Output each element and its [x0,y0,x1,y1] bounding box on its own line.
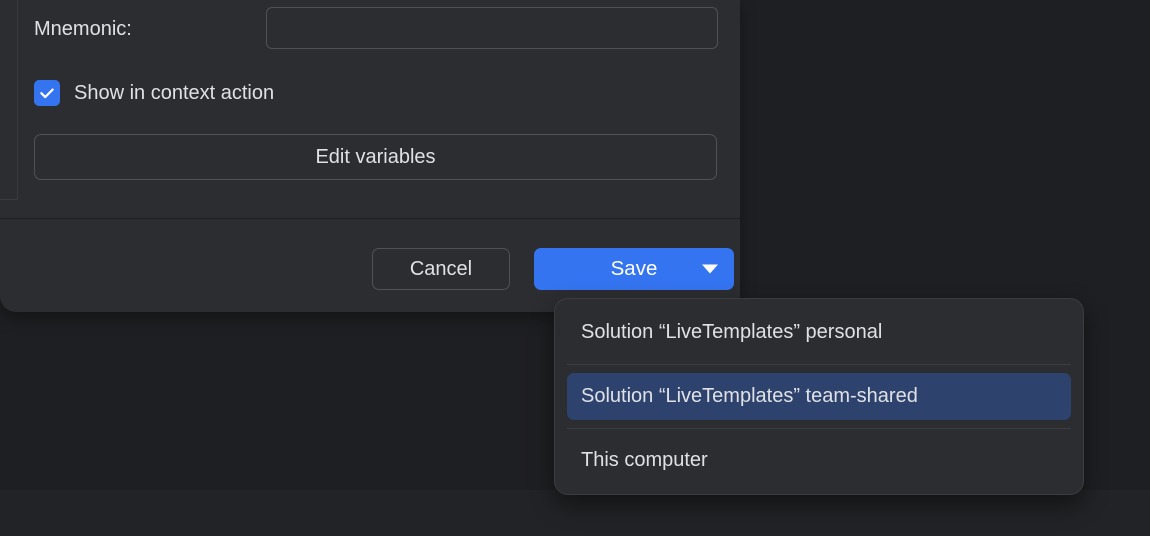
edit-variables-button[interactable]: Edit variables [34,134,717,180]
save-button[interactable]: Save [534,248,734,290]
save-menu-item-team-shared[interactable]: Solution “LiveTemplates” team-shared [567,373,1071,420]
save-dropdown-menu: Solution “LiveTemplates” personal Soluti… [554,298,1084,495]
chevron-down-icon [702,265,718,274]
cancel-button[interactable]: Cancel [372,248,510,290]
show-in-context-row[interactable]: Show in context action [34,80,274,106]
mnemonic-input[interactable] [266,7,718,49]
app-background-lower [0,490,1150,536]
dialog-form-area: Mnemonic: Show in context action Edit va… [0,0,740,218]
save-menu-item-personal[interactable]: Solution “LiveTemplates” personal [567,309,1071,356]
dialog-panel: Mnemonic: Show in context action Edit va… [0,0,740,312]
save-menu-item-this-computer[interactable]: This computer [567,437,1071,484]
menu-separator [567,428,1071,429]
menu-separator [567,364,1071,365]
left-panel-edge [0,0,18,200]
show-in-context-checkbox[interactable] [34,80,60,106]
show-in-context-label: Show in context action [74,82,274,105]
dialog-button-bar: Cancel Save [0,238,740,298]
mnemonic-label: Mnemonic: [34,18,132,41]
checkmark-icon [38,84,56,102]
mnemonic-row: Mnemonic: [34,18,132,41]
dialog-divider [0,218,740,219]
